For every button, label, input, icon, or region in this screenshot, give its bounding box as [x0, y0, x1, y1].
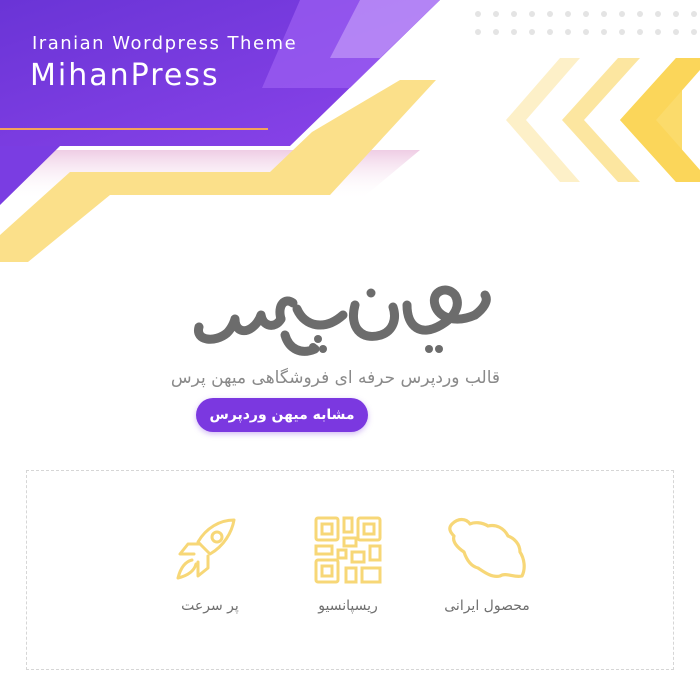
- title-underline: [0, 128, 268, 130]
- calligraphy-logo: [185, 275, 515, 365]
- feature-iranian: محصول ایرانی: [432, 514, 542, 614]
- feature-speed: پر سرعت: [155, 514, 265, 614]
- dot-grid: [475, 11, 697, 35]
- tagline: قالب وردپرس حرفه ای فروشگاهی میهن پرس: [170, 368, 500, 388]
- chevron-arrows: [506, 58, 700, 182]
- feature-label-iranian: محصول ایرانی: [444, 598, 530, 614]
- rocket-icon: [176, 518, 236, 580]
- banner-title: MihanPress: [30, 58, 220, 93]
- banner-subtitle: Iranian Wordpress Theme: [32, 33, 298, 54]
- feature-responsive: ریسپانسیو: [293, 514, 403, 614]
- logo-calligraphy-icon: [194, 285, 491, 356]
- iran-map-icon: [448, 517, 526, 579]
- qr-code-icon: [314, 516, 382, 584]
- feature-label-speed: پر سرعت: [181, 598, 239, 614]
- demo-button[interactable]: مشابه میهن وردپرس: [196, 398, 368, 432]
- feature-label-responsive: ریسپانسیو: [318, 598, 378, 614]
- banner-page: Iranian Wordpress Theme MihanPress قالب …: [0, 0, 700, 700]
